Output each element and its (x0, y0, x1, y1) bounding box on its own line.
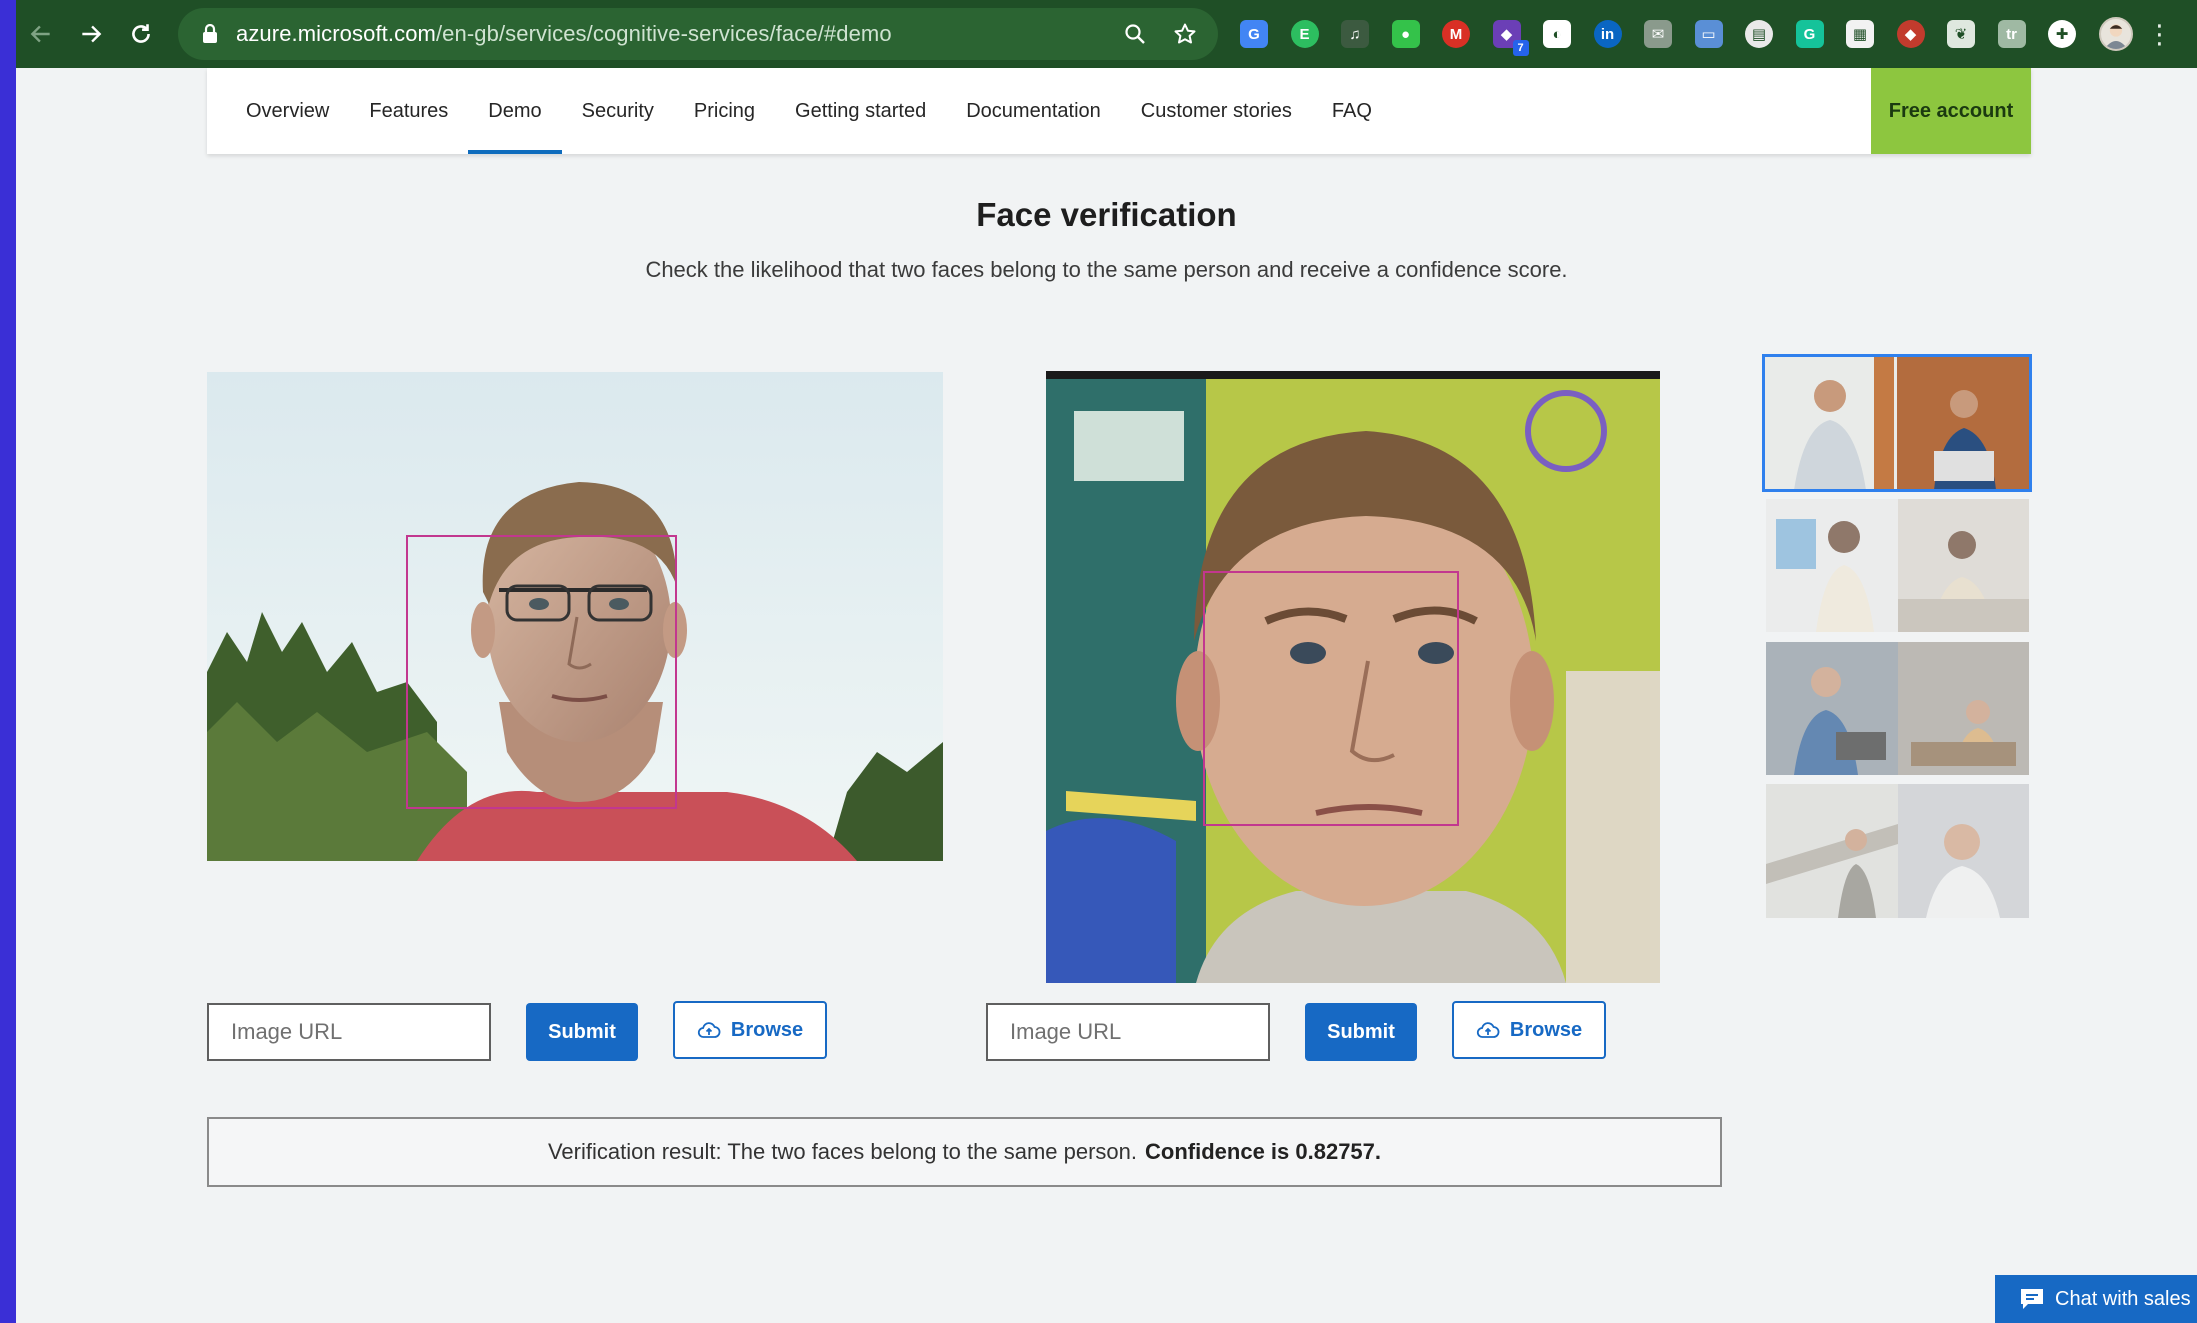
page-content: Overview Features Demo Security Pricing Getti… (16, 68, 2197, 1323)
thumbnail-3-illustration (1766, 642, 2029, 775)
headphones-icon-glyph: ♫ (1349, 25, 1361, 43)
right-browse-label: Browse (1509, 1018, 1583, 1041)
nav-item-overview[interactable]: Overview (226, 68, 349, 154)
left-submit-button[interactable]: Submit (526, 1003, 638, 1061)
badge-extension-icon[interactable]: ◆ 7 (1492, 20, 1529, 56)
left-face-image (207, 372, 943, 861)
page-title: Face verification (976, 196, 1237, 233)
left-browse-label: Browse (730, 1018, 804, 1041)
sample-thumbnail-3[interactable] (1766, 642, 2029, 775)
right-submit-button[interactable]: Submit (1305, 1003, 1417, 1061)
gmail-icon-glyph: M (1449, 25, 1463, 43)
badge-extension-icon-glyph: ◆ (1500, 26, 1513, 43)
bookmark-star-button[interactable] (1170, 19, 1200, 49)
nav-item-customer-stories[interactable]: Customer stories (1121, 68, 1312, 154)
left-image-url-input[interactable] (207, 1003, 491, 1061)
url-path: /en-gb/services/cognitive-services/face/… (435, 21, 892, 46)
google-translate-icon-glyph: G (1248, 25, 1260, 43)
shield-extension-icon[interactable]: ◆ (1896, 20, 1925, 48)
right-face-image (1046, 371, 1660, 983)
confidence-score: Confidence is 0.82757. (1145, 1139, 1382, 1164)
evernote-icon[interactable]: E (1290, 20, 1319, 48)
extension-badge: 7 (1512, 40, 1529, 56)
card-extension-icon-glyph: ▤ (1751, 26, 1767, 43)
zoom-button[interactable] (1120, 19, 1150, 49)
face-detection-box-right (1203, 571, 1459, 826)
mail-icon-glyph: ✉ (1651, 26, 1665, 43)
verification-result-text: Verification result: The two faces belon… (547, 1139, 1138, 1164)
user-avatar-icon (2104, 24, 2127, 49)
nav-item-faq[interactable]: FAQ (1312, 68, 1392, 154)
left-browse-button[interactable]: Browse (673, 1001, 827, 1059)
green-dot-icon-glyph: ● (1400, 25, 1411, 43)
card-extension-icon[interactable]: ▤ (1745, 20, 1773, 48)
lock-icon (203, 24, 217, 43)
back-button[interactable] (16, 0, 66, 68)
search-icon (1125, 24, 1145, 44)
tr-extension-icon-glyph: tr (2006, 25, 2017, 43)
reload-button[interactable] (116, 0, 166, 68)
green-dot-icon[interactable]: ● (1391, 20, 1420, 48)
thumbnail-1-illustration (1764, 356, 2030, 490)
sample-thumbnail-4[interactable] (1766, 784, 2029, 918)
arrow-left-icon (30, 25, 50, 43)
forward-button[interactable] (66, 0, 116, 68)
circle-extension-icon-glyph: ◐ (1552, 25, 1562, 43)
evernote-icon-glyph: E (1299, 25, 1310, 43)
grammarly-icon[interactable]: G (1795, 20, 1824, 48)
tr-extension-icon[interactable]: tr (1997, 20, 2026, 48)
thumbnail-2-illustration (1766, 499, 2029, 632)
leaf-extension-icon[interactable]: ❦ (1947, 20, 1975, 48)
shield-extension-icon-glyph: ◆ (1904, 26, 1917, 43)
nav-item-security[interactable]: Security (562, 68, 674, 154)
right-browse-button[interactable]: Browse (1452, 1001, 1606, 1059)
browser-menu-button[interactable]: ⋮ (2147, 21, 2173, 47)
nav-item-demo[interactable]: Demo (468, 68, 563, 154)
nav-item-getting-started[interactable]: Getting started (775, 68, 946, 154)
nav-items: Overview Features Demo Security Pricing Getti… (207, 68, 1871, 154)
grammarly-icon-glyph: G (1803, 25, 1816, 43)
gmail-icon[interactable]: M (1442, 20, 1470, 48)
star-icon (1174, 23, 1196, 44)
headphones-icon[interactable]: ♫ (1341, 20, 1369, 48)
chat-bubble-icon (2021, 1289, 2043, 1309)
url-host: azure.microsoft.com (236, 21, 436, 46)
url-text[interactable]: azure.microsoft.com/en-gb/services/cogni… (236, 21, 1100, 47)
puzzle-icon-glyph: ✚ (2055, 26, 2069, 43)
nav-item-pricing[interactable]: Pricing (674, 68, 775, 154)
right-image-url-input[interactable] (986, 1003, 1270, 1061)
chat-with-sales-label: Chat with sales (2055, 1287, 2191, 1310)
thumbnail-4-illustration (1766, 784, 2029, 918)
linkedin-icon[interactable]: in (1593, 20, 1622, 48)
note-extension-icon-glyph: ▦ (1852, 26, 1868, 43)
nav-item-documentation[interactable]: Documentation (946, 68, 1121, 154)
screen-extension-icon[interactable]: ▭ (1694, 20, 1723, 48)
browser-toolbar: azure.microsoft.com/en-gb/services/cogni… (16, 0, 2197, 68)
face-detection-box-left (406, 535, 677, 809)
note-extension-icon[interactable]: ▦ (1846, 20, 1874, 48)
profile-avatar[interactable] (2098, 17, 2133, 51)
puzzle-icon[interactable]: ✚ (2048, 20, 2076, 48)
chat-with-sales-button[interactable]: Chat with sales (1995, 1275, 2197, 1323)
screen-extension-icon-glyph: ▭ (1701, 26, 1716, 43)
address-bar[interactable]: azure.microsoft.com/en-gb/services/cogni… (178, 8, 1218, 60)
extensions-bar: G E ♫ ● M ◆ 7 ◐ in ✉ ▭ ▤ G ▦ ◆ ❦ tr ✚ (1240, 20, 2099, 56)
site-navigation: Overview Features Demo Security Pricing Getti… (207, 68, 2031, 154)
arrow-right-icon (82, 25, 102, 43)
mail-icon[interactable]: ✉ (1644, 20, 1672, 48)
linkedin-icon-glyph: in (1600, 25, 1615, 43)
free-account-button[interactable]: Free account (1871, 68, 2031, 154)
google-translate-icon[interactable]: G (1240, 20, 1268, 48)
circle-extension-icon[interactable]: ◐ (1543, 20, 1571, 48)
sample-thumbnail-2[interactable] (1766, 499, 2029, 632)
nav-item-features[interactable]: Features (349, 68, 468, 154)
upload-cloud-icon (697, 1022, 721, 1038)
page-subtitle: Check the likelihood that two faces belo… (645, 257, 1568, 282)
sample-thumbnail-1[interactable] (1762, 354, 2032, 492)
upload-cloud-icon (1476, 1022, 1500, 1038)
reload-icon (132, 24, 150, 43)
leaf-extension-icon-glyph: ❦ (1954, 26, 1968, 43)
verification-result-box: Verification result: The two faces belon… (207, 1117, 1722, 1187)
